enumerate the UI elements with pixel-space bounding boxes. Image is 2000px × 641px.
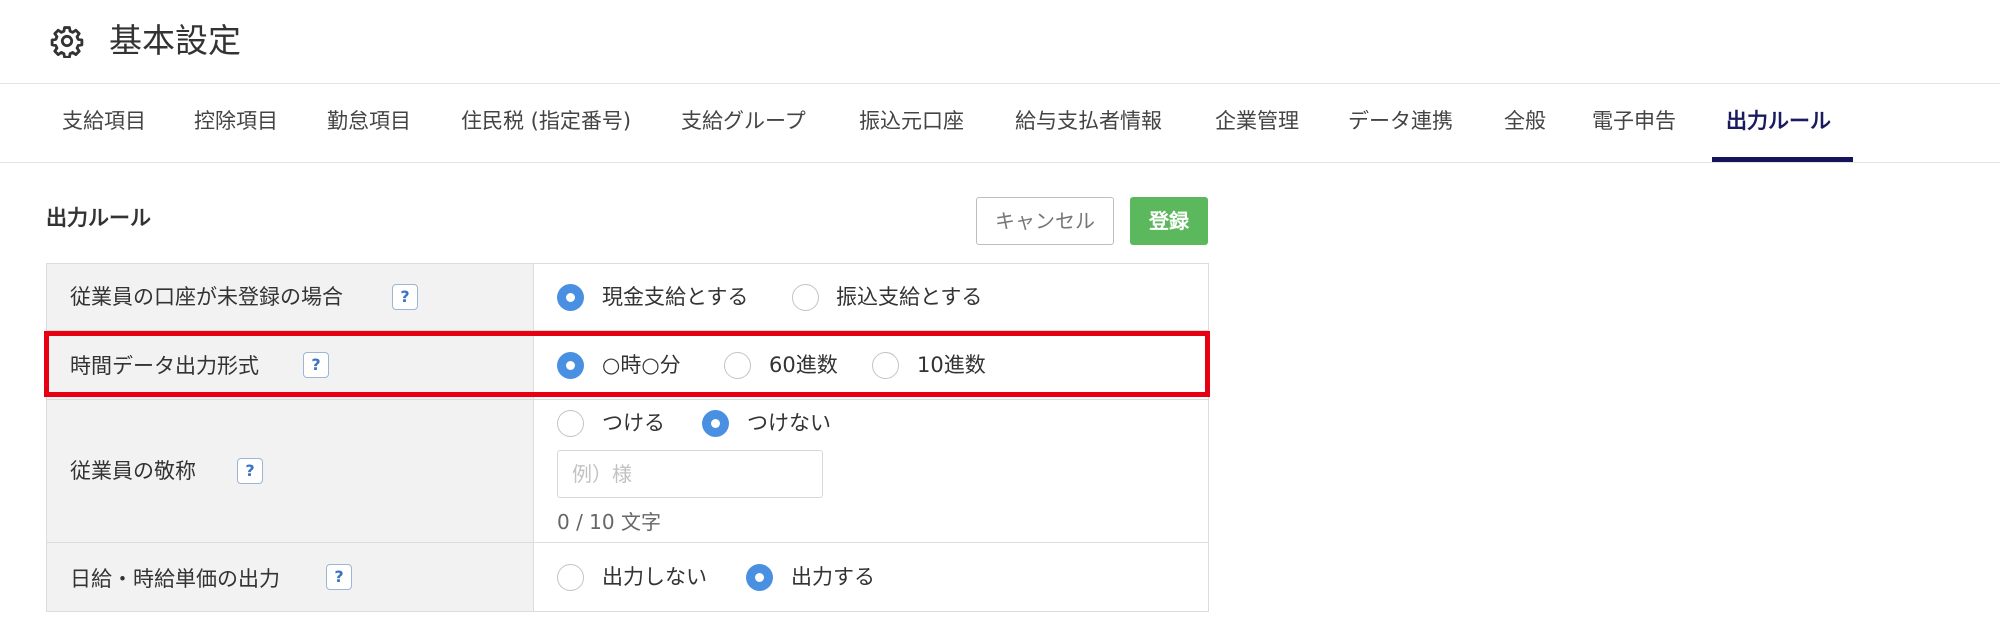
tab-attendance-items[interactable]: 勤怠項目 bbox=[327, 84, 411, 163]
setting-row-time-format: 時間データ出力形式 ? ○時○分 60進数 10進数 bbox=[47, 331, 1208, 400]
tab-transfer-account[interactable]: 振込元口座 bbox=[859, 84, 964, 163]
setting-label-cell: 日給・時給単価の出力 ? bbox=[47, 543, 534, 611]
settings-page: 基本設定 支給項目 控除項目 勤怠項目 住民税 (指定番号) 支給グループ 振込… bbox=[0, 0, 2000, 641]
radio-label: 振込支給とする bbox=[836, 285, 983, 309]
tab-general[interactable]: 全般 bbox=[1504, 84, 1546, 163]
radio-decimal[interactable] bbox=[872, 352, 899, 379]
tab-data-integration[interactable]: データ連携 bbox=[1348, 84, 1453, 163]
help-icon[interactable]: ? bbox=[237, 458, 263, 484]
radio-output[interactable] bbox=[746, 564, 773, 591]
setting-label-cell: 従業員の口座が未登録の場合 ? bbox=[47, 264, 534, 330]
tab-company-management[interactable]: 企業管理 bbox=[1215, 84, 1299, 163]
honorific-input[interactable] bbox=[557, 450, 823, 498]
active-tab-indicator bbox=[1712, 157, 1853, 162]
settings-table: 従業員の口座が未登録の場合 ? 現金支給とする 振込支給とする 時間データ出力形… bbox=[46, 263, 1209, 612]
tab-deduction-items[interactable]: 控除項目 bbox=[194, 84, 278, 163]
setting-label-cell: 時間データ出力形式 ? bbox=[47, 331, 534, 399]
setting-row-unit-price-output: 日給・時給単価の出力 ? 出力しない 出力する bbox=[47, 543, 1208, 611]
radio-label: 10進数 bbox=[917, 353, 986, 377]
radio-hours-minutes[interactable] bbox=[557, 352, 584, 379]
setting-row-honorific: 従業員の敬称 ? つける つけない 0 / 10 文字 bbox=[47, 400, 1208, 543]
page-header: 基本設定 bbox=[0, 0, 2000, 84]
radio-label: 出力しない bbox=[602, 565, 707, 589]
radio-label: つける bbox=[602, 411, 665, 435]
radio-cash-payment[interactable] bbox=[557, 284, 584, 311]
tab-resident-tax[interactable]: 住民税 (指定番号) bbox=[461, 84, 631, 163]
radio-label: 60進数 bbox=[769, 353, 838, 377]
setting-label-cell: 従業員の敬称 ? bbox=[47, 400, 534, 542]
section-title: 出力ルール bbox=[46, 206, 151, 230]
setting-label: 従業員の敬称 bbox=[70, 459, 196, 483]
character-counter: 0 / 10 文字 bbox=[557, 510, 661, 534]
tab-payment-items[interactable]: 支給項目 bbox=[62, 84, 146, 163]
help-icon[interactable]: ? bbox=[303, 352, 329, 378]
gear-icon bbox=[50, 26, 84, 58]
tab-e-filing[interactable]: 電子申告 bbox=[1592, 84, 1676, 163]
help-icon[interactable]: ? bbox=[326, 564, 352, 590]
radio-transfer-payment[interactable] bbox=[792, 284, 819, 311]
radio-label: 出力する bbox=[791, 565, 875, 589]
setting-label: 日給・時給単価の出力 bbox=[70, 567, 280, 591]
setting-label: 従業員の口座が未登録の場合 bbox=[70, 285, 343, 309]
setting-label: 時間データ出力形式 bbox=[70, 354, 259, 378]
setting-row-unregistered-account: 従業員の口座が未登録の場合 ? 現金支給とする 振込支給とする bbox=[47, 264, 1208, 331]
save-button[interactable]: 登録 bbox=[1130, 197, 1208, 245]
radio-label: 現金支給とする bbox=[602, 285, 749, 309]
radio-no-output[interactable] bbox=[557, 564, 584, 591]
radio-sexagesimal[interactable] bbox=[724, 352, 751, 379]
radio-label: ○時○分 bbox=[602, 353, 681, 377]
help-icon[interactable]: ? bbox=[392, 284, 418, 310]
tab-payer-info[interactable]: 給与支払者情報 bbox=[1015, 84, 1162, 163]
radio-honorific-off[interactable] bbox=[702, 410, 729, 437]
tab-payment-group[interactable]: 支給グループ bbox=[681, 84, 806, 163]
tab-output-rules[interactable]: 出力ルール bbox=[1726, 84, 1831, 163]
tab-bar: 支給項目 控除項目 勤怠項目 住民税 (指定番号) 支給グループ 振込元口座 給… bbox=[0, 84, 2000, 163]
cancel-button[interactable]: キャンセル bbox=[976, 197, 1114, 245]
page-title: 基本設定 bbox=[109, 21, 241, 60]
radio-label: つけない bbox=[747, 411, 831, 435]
radio-honorific-on[interactable] bbox=[557, 410, 584, 437]
